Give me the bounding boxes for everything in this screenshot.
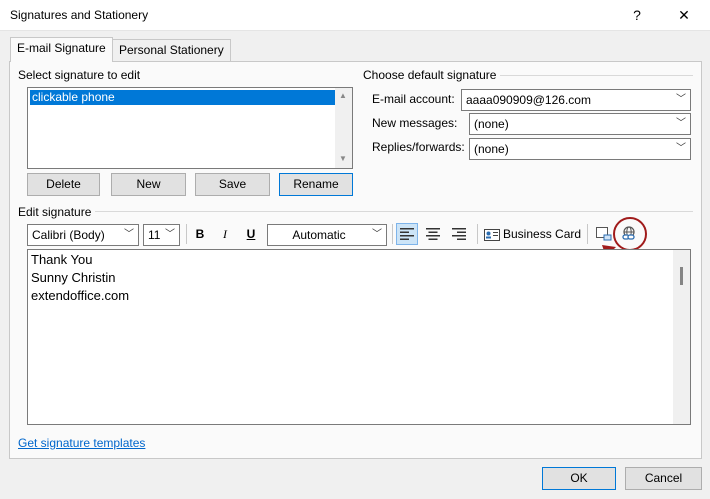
title-bar: Signatures and Stationery ? ✕ bbox=[0, 0, 710, 31]
toolbar-separator bbox=[477, 224, 478, 244]
chevron-down-icon: ﹀ bbox=[676, 143, 686, 154]
align-center-icon bbox=[426, 228, 440, 240]
align-left-button[interactable] bbox=[396, 223, 418, 245]
delete-button[interactable]: Delete bbox=[27, 173, 100, 196]
default-signature-label: Choose default signature bbox=[363, 68, 497, 82]
cancel-button[interactable]: Cancel bbox=[625, 467, 702, 490]
align-center-button[interactable] bbox=[422, 223, 444, 245]
email-account-select[interactable]: aaaa090909@126.com ﹀ bbox=[461, 89, 691, 111]
close-button[interactable]: ✕ bbox=[661, 0, 707, 30]
bold-button[interactable]: B bbox=[189, 223, 211, 245]
signature-line: extendoffice.com bbox=[31, 288, 130, 303]
chevron-down-icon: ﹀ bbox=[124, 229, 134, 240]
underline-button[interactable]: U bbox=[240, 223, 262, 245]
font-size-select[interactable]: 11 ﹀ bbox=[143, 224, 180, 246]
window-title: Signatures and Stationery bbox=[10, 8, 149, 22]
scrollbar-thumb[interactable] bbox=[680, 267, 683, 285]
annotation-circle bbox=[613, 217, 647, 251]
chevron-down-icon: ﹀ bbox=[676, 118, 686, 129]
chevron-down-icon: ﹀ bbox=[676, 94, 686, 105]
new-messages-select[interactable]: (none) ﹀ bbox=[469, 113, 691, 135]
editor-scrollbar[interactable] bbox=[673, 250, 690, 424]
list-item[interactable]: clickable phone bbox=[30, 90, 336, 105]
replies-forwards-select[interactable]: (none) ﹀ bbox=[469, 138, 691, 160]
signature-list[interactable]: clickable phone ▲ ▼ bbox=[27, 87, 353, 169]
ok-button[interactable]: OK bbox=[542, 467, 616, 490]
align-right-button[interactable] bbox=[448, 223, 470, 245]
new-messages-label: New messages: bbox=[372, 116, 458, 130]
save-button[interactable]: Save bbox=[195, 173, 270, 196]
scroll-down-icon[interactable]: ▼ bbox=[339, 154, 347, 163]
align-right-icon bbox=[452, 228, 466, 240]
italic-button[interactable]: I bbox=[214, 223, 236, 245]
font-color-select[interactable]: Automatic ﹀ bbox=[267, 224, 387, 246]
signature-line: Sunny Christin bbox=[31, 270, 116, 285]
help-button[interactable]: ? bbox=[614, 0, 660, 30]
replies-forwards-label: Replies/forwards: bbox=[372, 140, 465, 154]
signature-editor[interactable]: Thank You Sunny Christin extendoffice.co… bbox=[27, 249, 691, 425]
new-button[interactable]: New bbox=[111, 173, 186, 196]
select-signature-label: Select signature to edit bbox=[18, 68, 141, 82]
tab-email-signature[interactable]: E-mail Signature bbox=[10, 37, 113, 62]
get-signature-templates-link[interactable]: Get signature templates bbox=[18, 436, 145, 450]
business-card-icon bbox=[484, 228, 500, 241]
email-account-label: E-mail account: bbox=[372, 92, 455, 106]
font-select[interactable]: Calibri (Body) ﹀ bbox=[27, 224, 139, 246]
toolbar-separator bbox=[392, 224, 393, 244]
divider bbox=[500, 75, 693, 76]
chevron-down-icon: ﹀ bbox=[165, 229, 175, 240]
edit-signature-label: Edit signature bbox=[18, 205, 92, 219]
signature-line: Thank You bbox=[31, 252, 93, 267]
tab-personal-stationery[interactable]: Personal Stationery bbox=[112, 39, 231, 61]
align-left-icon bbox=[400, 228, 414, 240]
scroll-up-icon[interactable]: ▲ bbox=[339, 91, 347, 100]
chevron-down-icon: ﹀ bbox=[372, 229, 382, 240]
rename-button[interactable]: Rename bbox=[279, 173, 353, 196]
list-scrollbar[interactable]: ▲ ▼ bbox=[335, 88, 352, 168]
toolbar-separator bbox=[186, 224, 187, 244]
